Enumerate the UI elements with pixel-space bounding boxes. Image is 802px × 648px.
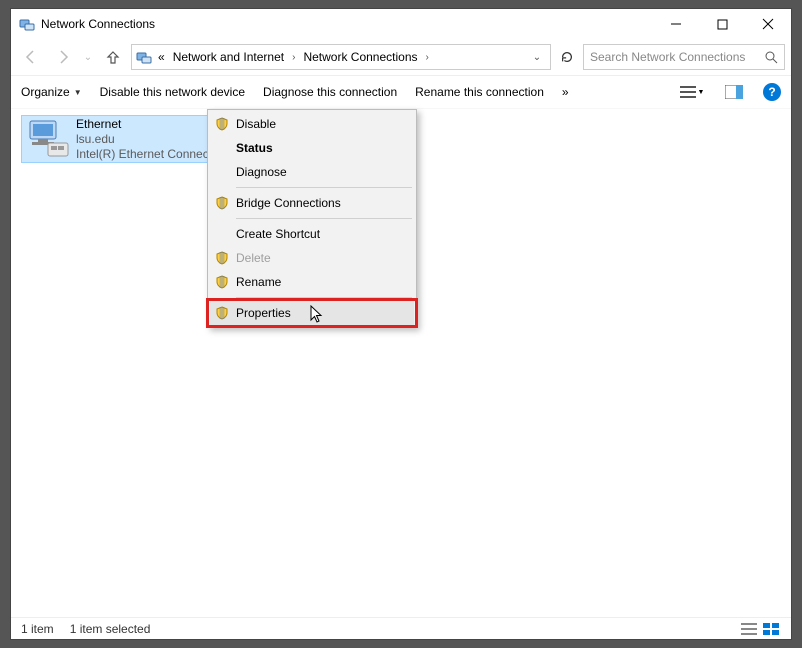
refresh-button[interactable] [555,45,579,69]
content-area[interactable]: Ethernet lsu.edu Intel(R) Ethernet Conne… [11,109,791,617]
ctx-create-shortcut[interactable]: Create Shortcut [210,222,414,246]
address-history-dropdown[interactable]: ⌄ [528,46,546,68]
details-view-button[interactable] [739,621,759,637]
ctx-status[interactable]: Status [210,136,414,160]
close-button[interactable] [745,9,791,39]
organize-menu[interactable]: Organize▼ [21,85,82,99]
recent-locations-button[interactable]: ⌄ [81,43,95,71]
forward-button[interactable] [49,43,77,71]
preview-pane-button[interactable] [723,85,745,99]
ctx-bridge-connections[interactable]: Bridge Connections [210,191,414,215]
menu-separator [236,297,412,298]
address-bar[interactable]: « Network and Internet › Network Connect… [131,44,551,70]
shield-icon [214,274,230,290]
titlebar: Network Connections [11,9,791,39]
status-item-count: 1 item [21,622,54,636]
search-icon [764,50,778,64]
menu-separator [236,218,412,219]
diagnose-connection-button[interactable]: Diagnose this connection [263,85,397,99]
shield-icon [214,195,230,211]
app-icon [19,16,35,32]
large-icons-view-button[interactable] [761,621,781,637]
minimize-button[interactable] [653,9,699,39]
ctx-diagnose[interactable]: Diagnose [210,160,414,184]
back-button[interactable] [17,43,45,71]
more-commands-button[interactable]: » [562,85,570,99]
context-menu: Disable Status Diagnose Bridge Connectio… [207,109,417,328]
breadcrumb-item[interactable]: Network Connections [301,50,419,64]
status-bar: 1 item 1 item selected [11,617,791,639]
navigation-row: ⌄ « Network and Internet › Network Conne… [11,39,791,75]
shield-icon [214,116,230,132]
status-selected-count: 1 item selected [70,622,151,636]
shield-icon [214,305,230,321]
maximize-button[interactable] [699,9,745,39]
location-icon [136,49,152,65]
breadcrumb-more[interactable]: « [156,50,167,64]
disable-device-button[interactable]: Disable this network device [100,85,245,99]
breadcrumb-item[interactable]: Network and Internet [171,50,286,64]
command-bar: Organize▼ Disable this network device Di… [11,75,791,109]
search-placeholder: Search Network Connections [590,50,745,64]
menu-separator [236,187,412,188]
up-button[interactable] [99,43,127,71]
search-input[interactable]: Search Network Connections [583,44,785,70]
chevron-right-icon[interactable]: › [424,52,431,63]
view-options-button[interactable]: ▼ [679,85,705,99]
ctx-delete: Delete [210,246,414,270]
ctx-rename[interactable]: Rename [210,270,414,294]
ctx-properties[interactable]: Properties [210,301,414,325]
shield-icon [214,250,230,266]
rename-connection-button[interactable]: Rename this connection [415,85,544,99]
cursor-icon [310,305,326,325]
window-title: Network Connections [41,17,653,31]
explorer-window: Network Connections ⌄ [10,8,792,640]
ctx-disable[interactable]: Disable [210,112,414,136]
ethernet-adapter-icon [26,119,70,159]
chevron-right-icon[interactable]: › [290,52,297,63]
help-button[interactable]: ? [763,83,781,101]
